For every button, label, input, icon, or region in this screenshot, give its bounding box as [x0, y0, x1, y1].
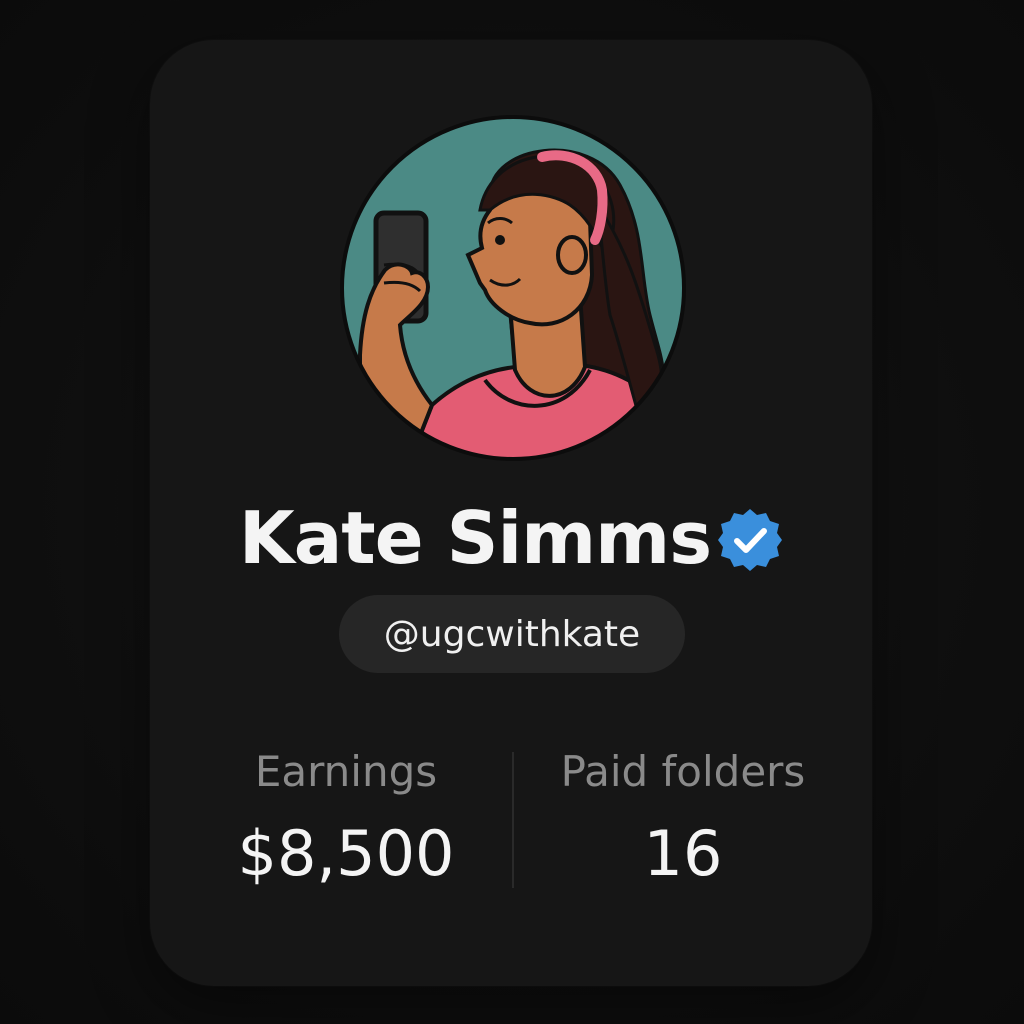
page: Kate Simms @ugcwithkate Earnings $8,500 …: [0, 0, 1024, 1024]
earnings-value: $8,500: [237, 817, 455, 890]
paid-folders-stat: Paid folders 16: [523, 744, 843, 894]
earnings-stat: Earnings $8,500: [186, 744, 506, 894]
woman-holding-phone-avatar-icon: [340, 115, 686, 461]
profile-handle: @ugcwithkate: [383, 613, 641, 655]
stats-divider: [512, 752, 514, 888]
avatar[interactable]: [340, 115, 686, 461]
handle-pill[interactable]: @ugcwithkate: [339, 595, 685, 673]
paid-folders-value: 16: [643, 817, 723, 890]
paid-folders-label: Paid folders: [560, 747, 806, 796]
verified-badge-icon: [718, 509, 783, 571]
earnings-label: Earnings: [254, 747, 438, 796]
name-row: Kate Simms: [0, 488, 1024, 588]
profile-name: Kate Simms: [238, 496, 712, 580]
